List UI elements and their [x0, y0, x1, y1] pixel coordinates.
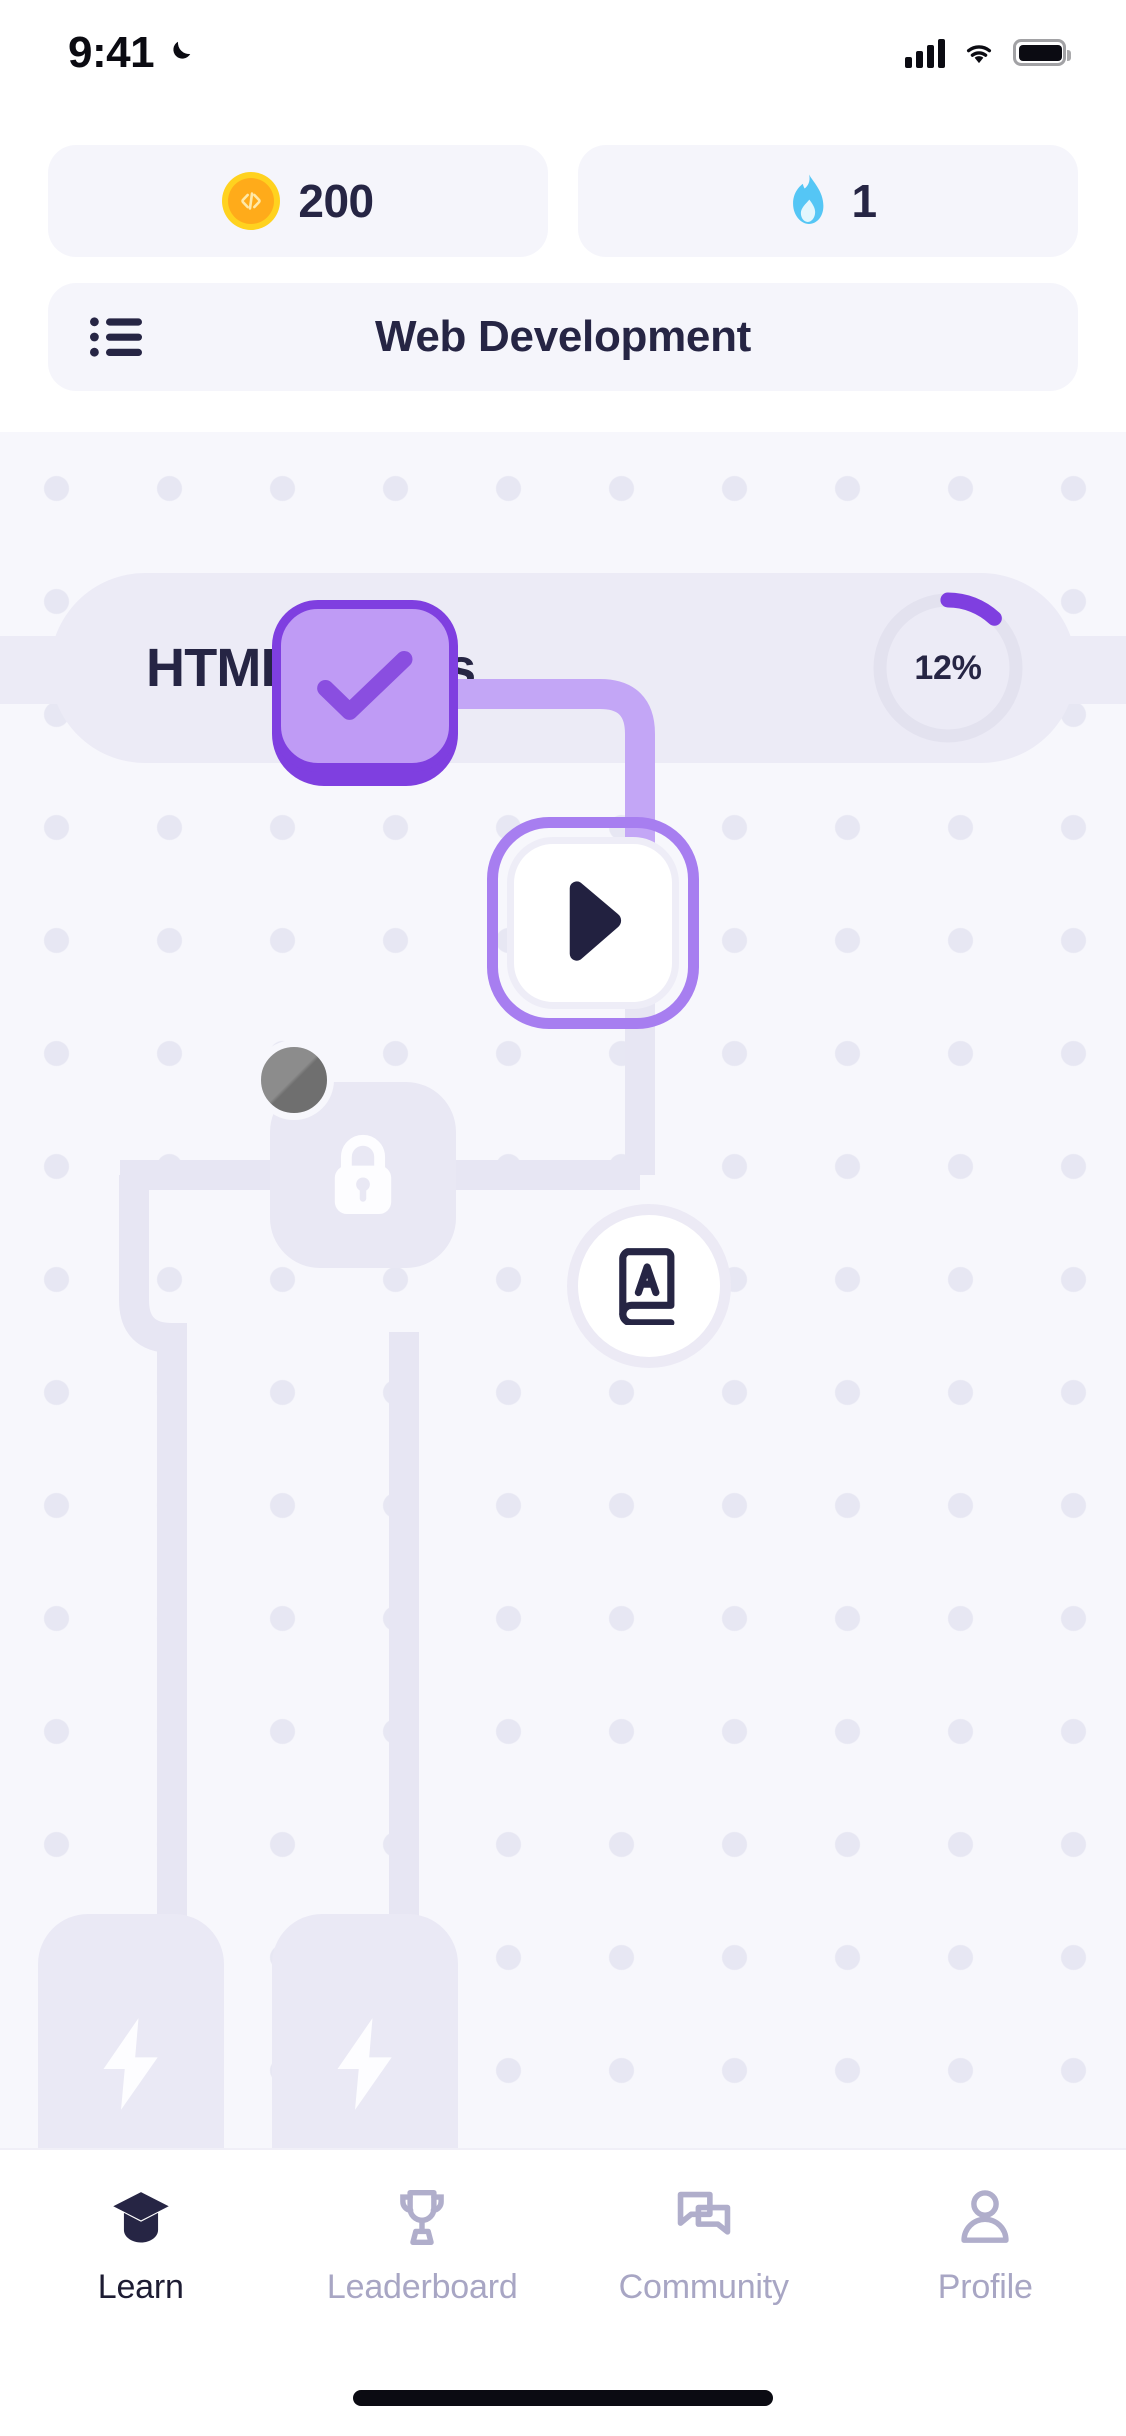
status-bar-right	[905, 38, 1071, 68]
bottom-tab-bar: Learn Leaderboard Community Profile	[0, 2148, 1126, 2436]
lesson-node-locked-2[interactable]	[38, 1914, 224, 2148]
app-header: 200 1 Web Development	[0, 105, 1126, 432]
tab-leaderboard-label: Leaderboard	[326, 2268, 518, 2306]
tab-learn[interactable]: Learn	[0, 2184, 282, 2307]
status-bar: 9:41	[0, 0, 1126, 105]
lesson-node-current[interactable]	[487, 817, 699, 1029]
wifi-icon	[966, 44, 992, 63]
streak-value: 1	[851, 175, 877, 227]
lesson-node-locked-3[interactable]	[272, 1914, 458, 2148]
course-title: Web Development	[374, 312, 752, 361]
course-selector[interactable]: Web Development	[48, 283, 1078, 391]
trophy-icon	[386, 2184, 458, 2252]
stats-row: 200 1	[48, 145, 1078, 257]
tab-profile-label: Profile	[937, 2268, 1033, 2306]
graduation-cap-icon	[105, 2184, 177, 2252]
lightning-bolt-icon	[103, 2018, 158, 2110]
check-icon	[317, 650, 413, 720]
tab-community-label: Community	[618, 2268, 789, 2306]
lock-icon	[334, 1134, 392, 1215]
status-bar-clock: 9:41	[68, 27, 155, 77]
app-screen: 9:41 200 1 Web Development HTML 12% Lear…	[0, 0, 1126, 2436]
lightning-bolt-icon	[337, 2018, 392, 2110]
status-bar-left: 9:41	[68, 27, 194, 77]
tab-leaderboard[interactable]: Leaderboard	[282, 2184, 564, 2307]
person-icon	[949, 2184, 1021, 2252]
battery-full-icon	[1013, 39, 1071, 66]
book-a-icon	[619, 1248, 675, 1325]
list-menu-icon[interactable]	[90, 317, 142, 357]
play-icon	[569, 881, 622, 961]
path-connectors	[119, 679, 655, 2148]
chat-bubbles-icon	[668, 2184, 740, 2252]
user-avatar-marker[interactable]	[254, 1040, 334, 1120]
lesson-node-current-face	[507, 837, 679, 1009]
glossary-button[interactable]	[567, 1204, 731, 1368]
crescent-moon-icon	[173, 41, 191, 59]
lesson-path-map: HTML Basics 12%	[0, 432, 1126, 2148]
tab-community[interactable]: Community	[563, 2184, 845, 2307]
streak-pill[interactable]: 1	[578, 145, 1078, 257]
lesson-node-completed[interactable]	[272, 600, 458, 786]
cellular-signal-icon	[905, 38, 945, 68]
code-coin-icon	[222, 172, 281, 230]
home-indicator[interactable]	[353, 2390, 773, 2406]
xp-coins-value: 200	[298, 175, 374, 227]
lesson-node-completed-face	[272, 600, 458, 772]
tab-learn-label: Learn	[97, 2268, 184, 2306]
tab-profile[interactable]: Profile	[845, 2184, 1126, 2307]
flame-icon	[793, 174, 824, 224]
xp-coins-pill[interactable]: 200	[48, 145, 548, 257]
